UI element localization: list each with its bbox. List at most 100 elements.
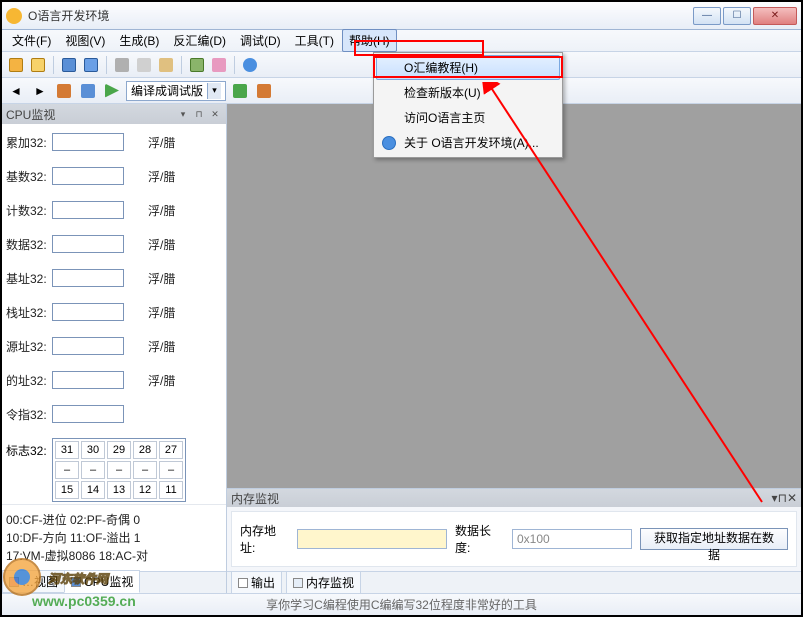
flag-cell: –: [55, 461, 79, 479]
maximize-button[interactable]: ☐: [723, 7, 751, 25]
reg-input[interactable]: [52, 269, 124, 287]
cut-icon[interactable]: [112, 55, 132, 75]
open-icon[interactable]: [28, 55, 48, 75]
menu-debug[interactable]: 调试(D): [234, 30, 287, 51]
menu-item-tutorial[interactable]: O汇编教程(H): [376, 55, 560, 80]
reg-row: 计数32: 浮/腊: [6, 200, 222, 220]
panel-pin-icon[interactable]: ⊓: [778, 491, 787, 505]
separator: [234, 56, 235, 74]
reg-suffix: 浮/腊: [148, 304, 175, 321]
mem-len-label: 数据长度:: [455, 522, 504, 556]
flag-cell: 30: [81, 441, 105, 459]
new-icon[interactable]: [6, 55, 26, 75]
build-config-combo[interactable]: 编译成调试版 ▾: [126, 81, 226, 101]
close-button[interactable]: ✕: [753, 7, 797, 25]
editor-canvas[interactable]: [227, 104, 801, 488]
build-config-value: 编译成调试版: [131, 82, 203, 99]
nav-fwd-icon[interactable]: ►: [30, 81, 50, 101]
gear-icon[interactable]: [187, 55, 207, 75]
panel-dropdown-icon[interactable]: ▾: [176, 107, 190, 121]
nav-back-icon[interactable]: ◄: [6, 81, 26, 101]
cpu-panel-body: 累加32:浮/腊基数32:浮/腊计数32:浮/腊数据32:浮/腊基址32:浮/腊…: [2, 124, 226, 504]
play-icon[interactable]: [102, 81, 122, 101]
reg-suffix: 浮/腊: [148, 270, 175, 287]
menu-file[interactable]: 文件(F): [6, 30, 57, 51]
tab-memory[interactable]: 内存监视: [286, 571, 361, 594]
menu-item-check-update[interactable]: 检查新版本(U): [376, 80, 560, 105]
app-icon: [6, 8, 22, 24]
reg-row: 栈址32: 浮/腊: [6, 302, 222, 322]
menu-item-about[interactable]: 关于 O语言开发环境(A)...: [376, 130, 560, 155]
panel-pin-icon[interactable]: ⊓: [192, 107, 206, 121]
flag-cell: 12: [133, 481, 157, 499]
sidebar: CPU监视 ▾ ⊓ ✕ 累加32:浮/腊基数32:浮/腊计数32:浮/腊数据32…: [2, 104, 227, 593]
paste-icon[interactable]: [156, 55, 176, 75]
info-line: 10:DF-方向 11:OF-溢出 1: [6, 529, 222, 547]
reg-input[interactable]: [52, 201, 124, 219]
panel-close-icon[interactable]: ✕: [208, 107, 222, 121]
reg-input[interactable]: [52, 405, 124, 423]
flag-cell: 11: [159, 481, 183, 499]
help-dropdown: O汇编教程(H) 检查新版本(U) 访问O语言主页 关于 O语言开发环境(A).…: [373, 52, 563, 158]
watermark-icon: [2, 557, 42, 597]
reg-input[interactable]: [52, 235, 124, 253]
reg-input[interactable]: [52, 167, 124, 185]
panel-close-icon[interactable]: ✕: [787, 491, 797, 505]
step-icon[interactable]: [254, 81, 274, 101]
reg-input[interactable]: [52, 337, 124, 355]
pin-icon[interactable]: [54, 81, 74, 101]
reg-row: 累加32:浮/腊: [6, 132, 222, 152]
saveall-icon[interactable]: [81, 55, 101, 75]
flags-label: 标志32:: [6, 438, 52, 459]
reg-input[interactable]: [52, 303, 124, 321]
tab-output[interactable]: 输出: [231, 571, 282, 594]
reg-row: 源址32:浮/腊: [6, 336, 222, 356]
reg-label: 计数32:: [6, 202, 52, 219]
reg-label: 栈址32:: [6, 304, 52, 321]
reg-label: 的址32:: [6, 372, 52, 389]
chevron-down-icon[interactable]: ▾: [207, 83, 221, 99]
flag-cell: 31: [55, 441, 79, 459]
reg-input[interactable]: [52, 133, 124, 151]
separator: [106, 56, 107, 74]
flag-cell: –: [81, 461, 105, 479]
mem-len-input[interactable]: [512, 529, 632, 549]
copy-icon[interactable]: [134, 55, 154, 75]
reg-label: 数据32:: [6, 236, 52, 253]
flag-cell: 15: [55, 481, 79, 499]
reg-suffix: 浮/腊: [148, 202, 175, 219]
menu-build[interactable]: 生成(B): [113, 30, 165, 51]
reg-suffix: 浮/腊: [148, 372, 175, 389]
help-icon[interactable]: [240, 55, 260, 75]
menu-view[interactable]: 视图(V): [59, 30, 111, 51]
mem-addr-input[interactable]: [297, 529, 447, 549]
flag-cell: 13: [107, 481, 131, 499]
bookmark-icon[interactable]: [78, 81, 98, 101]
save-icon[interactable]: [59, 55, 79, 75]
watermark: 河东软件网 www.pc0359.cn: [2, 557, 136, 609]
main-area: 内存监视 ▾ ⊓ ✕ 内存地址: 数据长度: 获取指定地址数据在数据 输出 内存…: [227, 104, 801, 593]
reg-suffix: 浮/腊: [148, 168, 175, 185]
menu-decompile[interactable]: 反汇编(D): [167, 30, 232, 51]
separator: [181, 56, 182, 74]
menubar: 文件(F) 视图(V) 生成(B) 反汇编(D) 调试(D) 工具(T) 帮助(…: [2, 30, 801, 52]
menu-tools[interactable]: 工具(T): [289, 30, 340, 51]
reg-label: 基址32:: [6, 270, 52, 287]
minimize-button[interactable]: —: [693, 7, 721, 25]
flag-cell: –: [133, 461, 157, 479]
reg-row: 的址32: 浮/腊: [6, 370, 222, 390]
flag-cell: 27: [159, 441, 183, 459]
menu-help[interactable]: 帮助(H): [342, 29, 397, 52]
reg-row: 数据32:浮/腊: [6, 234, 222, 254]
workarea: CPU监视 ▾ ⊓ ✕ 累加32:浮/腊基数32:浮/腊计数32:浮/腊数据32…: [2, 104, 801, 593]
reg-row: 基数32:浮/腊: [6, 166, 222, 186]
reg-suffix: 浮/腊: [148, 134, 175, 151]
plugin-icon[interactable]: [209, 55, 229, 75]
menu-item-visit-site[interactable]: 访问O语言主页: [376, 105, 560, 130]
memory-panel-header: 内存监视 ▾ ⊓ ✕: [227, 489, 801, 507]
reg-suffix: 浮/腊: [148, 338, 175, 355]
run-icon[interactable]: [230, 81, 250, 101]
mem-fetch-button[interactable]: 获取指定地址数据在数据: [640, 528, 788, 550]
reg-input[interactable]: [52, 371, 124, 389]
flag-cell: 28: [133, 441, 157, 459]
